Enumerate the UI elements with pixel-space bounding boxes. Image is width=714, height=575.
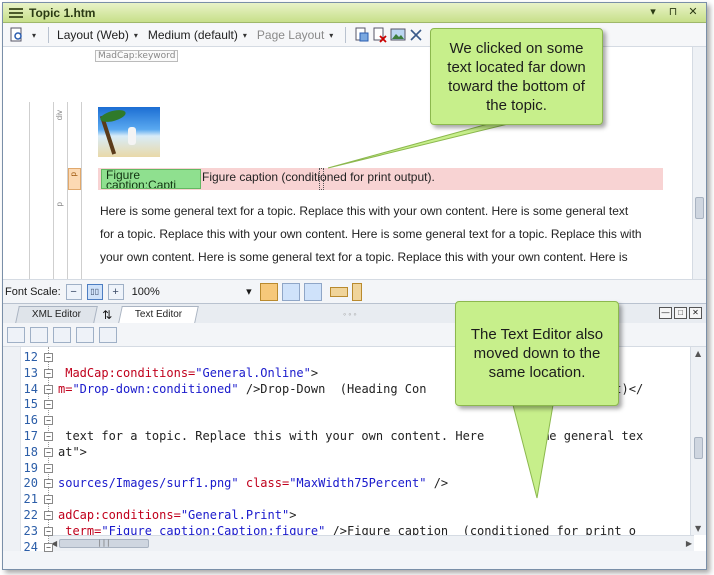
- callout-bottom-text: The Text Editor also moved down to the s…: [470, 326, 604, 381]
- callout-tails: [327, 123, 554, 499]
- callout-top-text: We clicked on some text located far down…: [447, 39, 586, 114]
- callout-top: We clicked on some text located far down…: [430, 28, 603, 125]
- top-callout-tail: [327, 123, 509, 169]
- callout-bottom: The Text Editor also moved down to the s…: [455, 301, 619, 406]
- bottom-callout-tail: [512, 404, 554, 499]
